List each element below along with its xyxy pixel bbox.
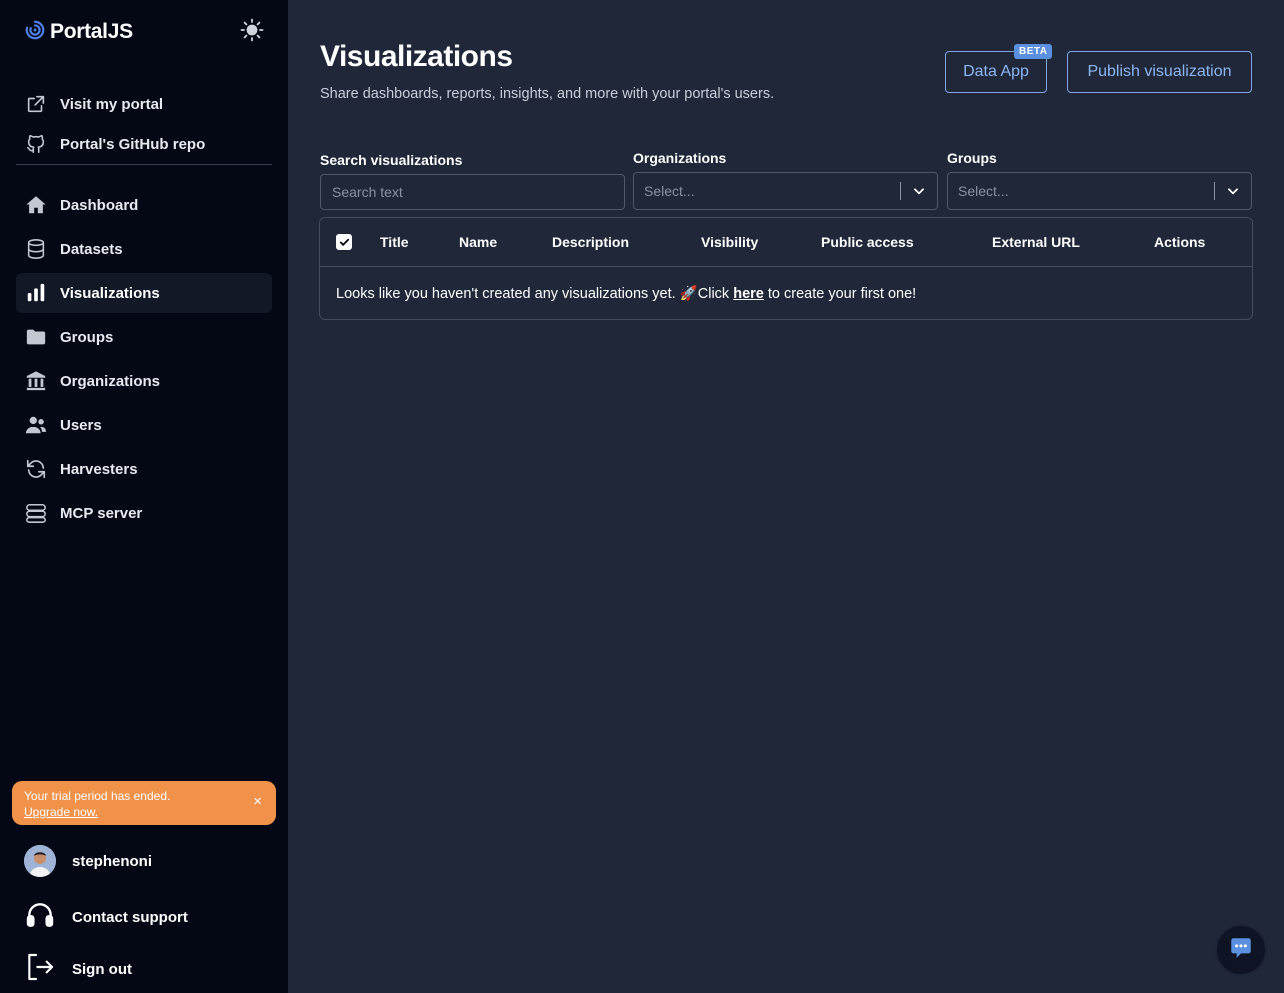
sidebar-item-label: Dashboard [60,196,139,214]
home-icon [24,193,48,217]
sidebar-item-label: MCP server [60,504,143,522]
visit-portal-label: Visit my portal [60,95,164,113]
select-all-checkbox[interactable] [336,234,352,250]
publish-visualization-button[interactable]: Publish visualization [1067,51,1252,93]
contact-support-link[interactable]: Contact support [24,899,264,935]
groups-select[interactable]: Select... [947,172,1252,210]
brand-name: PortalJS [50,20,133,43]
sidebar-item-label: Harvesters [60,460,138,478]
empty-state-text-end: to create your first one! [763,286,917,302]
empty-state-text: Looks like you haven't created any visua… [336,286,734,302]
column-name[interactable]: Name [459,234,497,250]
github-repo-link[interactable]: Portal's GitHub repo [16,124,272,164]
table-header: Title Name Description Visibility Public… [320,218,1252,267]
server-icon [24,501,48,525]
sun-icon [240,18,264,47]
create-visualization-link[interactable]: here [733,286,764,302]
avatar [24,845,56,877]
sidebar-item-mcp-server[interactable]: MCP server [16,493,272,533]
github-icon [24,132,48,156]
close-icon[interactable]: × [253,794,262,810]
column-actions: Actions [1154,234,1206,250]
column-external-url[interactable]: External URL [992,234,1080,250]
sidebar-item-label: Groups [60,328,114,346]
visualizations-table: Title Name Description Visibility Public… [319,217,1253,320]
sidebar-item-visualizations[interactable]: Visualizations [16,273,272,313]
sign-out-icon [24,951,56,988]
page-subtitle: Share dashboards, reports, insights, and… [320,86,775,102]
groups-label: Groups [947,150,997,166]
building-icon [24,369,48,393]
sidebar-item-datasets[interactable]: Datasets [16,229,272,269]
sidebar-item-organizations[interactable]: Organizations [16,361,272,401]
sidebar: PortalJS Visit my portal Portal's GitHub… [0,0,288,993]
refresh-icon [24,457,48,481]
column-public-access[interactable]: Public access [821,234,914,250]
database-icon [24,237,48,261]
organizations-label: Organizations [633,150,727,166]
empty-state-message: Looks like you haven't created any visua… [336,285,916,302]
user-profile[interactable]: stephenoni [24,843,264,879]
external-link-icon [24,92,48,116]
chevron-down-icon[interactable] [901,173,937,209]
trial-message: Your trial period has ended. [24,789,171,803]
organizations-select-value: Select... [644,183,695,199]
contact-support-label: Contact support [72,908,188,926]
theme-toggle-button[interactable] [238,18,266,46]
sidebar-item-dashboard[interactable]: Dashboard [16,185,272,225]
users-icon [24,413,48,437]
search-label: Search visualizations [320,152,463,168]
github-repo-label: Portal's GitHub repo [60,135,206,153]
search-input[interactable] [320,174,625,210]
sidebar-divider [16,164,272,165]
username: stephenoni [72,852,153,870]
trial-banner: Your trial period has ended. Upgrade now… [12,781,276,825]
folder-icon [24,325,48,349]
chat-widget-button[interactable] [1215,924,1267,976]
sidebar-item-harvesters[interactable]: Harvesters [16,449,272,489]
bar-chart-icon [24,281,48,305]
sidebar-item-label: Organizations [60,372,161,390]
sidebar-item-label: Users [60,416,102,434]
visit-portal-link[interactable]: Visit my portal [16,84,272,124]
headset-icon [24,899,56,936]
column-description[interactable]: Description [552,234,629,250]
upgrade-link[interactable]: Upgrade now. [24,804,264,820]
page-title: Visualizations [320,40,513,73]
chevron-down-icon[interactable] [1215,173,1251,209]
column-title[interactable]: Title [380,234,409,250]
sidebar-item-label: Datasets [60,240,123,258]
sidebar-item-users[interactable]: Users [16,405,272,445]
sidebar-item-label: Visualizations [60,284,160,302]
column-visibility[interactable]: Visibility [701,234,758,250]
sidebar-item-groups[interactable]: Groups [16,317,272,357]
sign-out-link[interactable]: Sign out [24,951,264,987]
chat-icon [1228,935,1254,966]
beta-badge: BETA [1014,44,1053,59]
brand-logo[interactable]: PortalJS [24,20,133,44]
portaljs-logo-icon [24,19,46,46]
groups-select-value: Select... [958,183,1009,199]
sign-out-label: Sign out [72,960,132,978]
organizations-select[interactable]: Select... [633,172,938,210]
